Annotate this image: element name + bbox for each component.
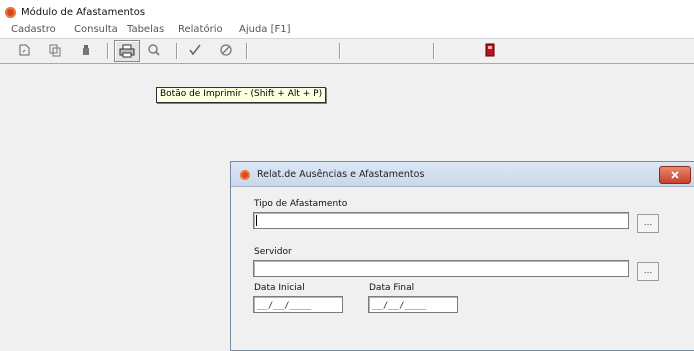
- data-inicial-label: Data Inicial: [254, 283, 305, 293]
- new-record-button[interactable]: [12, 40, 36, 60]
- dialog-title-bar[interactable]: Relat.de Ausências e Afastamentos: [231, 162, 694, 187]
- confirm-button[interactable]: [183, 40, 207, 60]
- text-caret: [256, 215, 257, 226]
- menu-ajuda[interactable]: Ajuda [F1]: [239, 24, 291, 35]
- print-tooltip: Botão de Imprimir - (Shift + Alt + P): [156, 87, 327, 103]
- cancel-button[interactable]: [214, 40, 238, 60]
- report-dialog: Relat.de Ausências e Afastamentos Tipo d…: [230, 161, 694, 351]
- app-logo-icon: [240, 170, 250, 180]
- menu-relatorio[interactable]: Relatório: [178, 24, 223, 35]
- app-logo-icon: [5, 7, 16, 18]
- servidor-label: Servidor: [254, 247, 292, 257]
- print-button[interactable]: [114, 40, 140, 62]
- data-inicial-input[interactable]: __/__/____: [253, 296, 343, 313]
- delete-icon: [83, 45, 89, 55]
- toolbar: [0, 38, 694, 64]
- dialog-close-button[interactable]: [659, 166, 691, 184]
- exit-button[interactable]: [478, 40, 502, 60]
- cancel-icon: [220, 44, 232, 56]
- tipo-afastamento-label: Tipo de Afastamento: [254, 199, 348, 209]
- search-icon: [148, 44, 160, 56]
- copy-button[interactable]: [43, 40, 67, 60]
- close-icon: [671, 171, 679, 179]
- search-button[interactable]: [142, 40, 166, 60]
- menu-tabelas[interactable]: Tabelas: [127, 24, 164, 35]
- delete-button[interactable]: [74, 40, 98, 60]
- data-final-input[interactable]: __/__/____: [368, 296, 458, 313]
- confirm-icon: [189, 44, 201, 56]
- toolbar-separator: [433, 43, 435, 59]
- window-title: Módulo de Afastamentos: [21, 7, 146, 18]
- dialog-title: Relat.de Ausências e Afastamentos: [257, 169, 425, 180]
- tipo-afastamento-lookup-button[interactable]: ...: [637, 214, 659, 233]
- data-final-label: Data Final: [369, 283, 415, 293]
- exit-icon: [485, 43, 495, 57]
- servidor-lookup-button[interactable]: ...: [637, 262, 659, 281]
- toolbar-separator: [246, 43, 248, 59]
- title-bar: Módulo de Afastamentos: [0, 0, 694, 22]
- toolbar-separator: [107, 43, 109, 59]
- new-record-icon: [19, 44, 30, 56]
- toolbar-separator: [339, 43, 341, 59]
- copy-icon: [49, 44, 61, 57]
- toolbar-separator: [176, 43, 178, 59]
- tipo-afastamento-input[interactable]: [253, 212, 629, 229]
- servidor-input[interactable]: [253, 260, 629, 277]
- menu-cadastro[interactable]: Cadastro: [11, 24, 56, 35]
- print-icon: [119, 44, 135, 58]
- dialog-body: Tipo de Afastamento ... Servidor ... Dat…: [231, 187, 694, 350]
- menu-consulta[interactable]: Consulta: [74, 24, 118, 35]
